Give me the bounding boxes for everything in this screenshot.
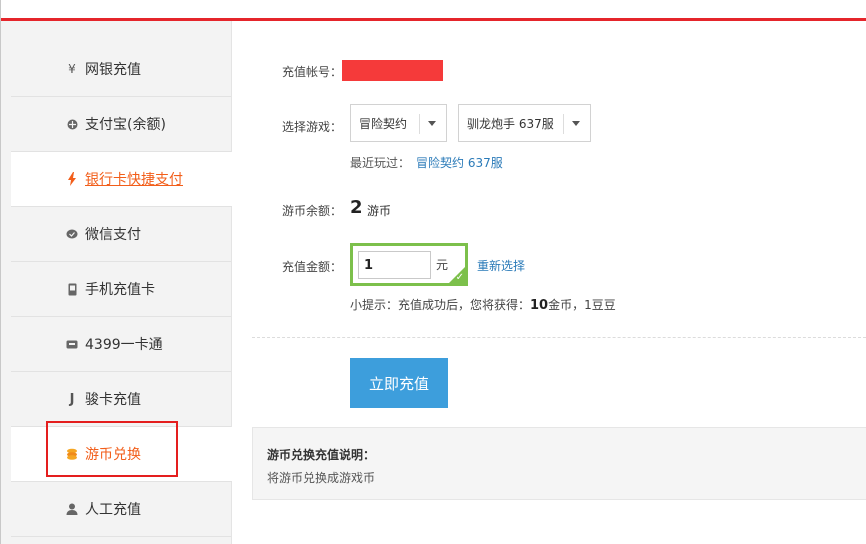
sidebar-item-label: 支付宝(余额): [85, 117, 166, 133]
divider: [252, 337, 866, 338]
sidebar-item-label: 网银充值: [85, 62, 141, 78]
sidebar-item-label: 4399一卡通: [85, 337, 163, 353]
person-icon: [65, 502, 79, 516]
server-select[interactable]: 驯龙炮手 637服: [458, 104, 591, 142]
yen-icon: ¥: [68, 62, 76, 76]
amount-input[interactable]: [358, 251, 431, 279]
sidebar-item-label: 人工充值: [85, 502, 141, 518]
tip-prefix: 小提示：充值成功后，您将获得：: [350, 298, 531, 312]
recent-game-link[interactable]: 冒险契约 637服: [416, 156, 503, 170]
chevron-down-icon: [572, 121, 580, 126]
amount-unit: 元: [436, 258, 449, 272]
tip-suffix: 金币，1豆豆: [548, 298, 616, 312]
alipay-icon: [65, 117, 79, 131]
tip-gold-amount: 10: [530, 298, 549, 313]
amount-option-selected[interactable]: 元 ✓: [350, 243, 468, 286]
highlight-box: [46, 421, 178, 477]
sidebar-item-4399-card[interactable]: 4399一卡通: [11, 317, 231, 372]
main-content: 充值帐号： 选择游戏： 冒险契约 驯龙炮手 637服 最近玩过： 冒险契约 637…: [233, 21, 866, 544]
server-select-value: 驯龙炮手 637服: [467, 116, 554, 131]
sidebar-item-jun-card[interactable]: J 骏卡充值: [11, 372, 231, 427]
sidebar-item-manual[interactable]: 人工充值: [11, 482, 231, 537]
sidebar-item-alipay[interactable]: 支付宝(余额): [11, 97, 231, 152]
top-bar: [1, 0, 866, 21]
balance-unit: 游币: [367, 204, 392, 218]
sidebar-item-wechat[interactable]: 微信支付: [11, 207, 231, 262]
sidebar-item-label: 微信支付: [85, 227, 141, 243]
payment-page: ¥ 网银充值 支付宝(余额) 银行卡快捷支付 微信支付 手机充值卡 4399一卡…: [0, 0, 866, 544]
game-label: 选择游戏：: [282, 120, 343, 134]
chevron-down-icon: [428, 121, 436, 126]
amount-label: 充值金额：: [282, 260, 343, 274]
lightning-icon: [65, 172, 79, 186]
explain-title: 游币兑换充值说明：: [267, 448, 376, 462]
recent-label: 最近玩过：: [350, 156, 411, 170]
check-icon: ✓: [455, 272, 464, 283]
sidebar-item-bank-card-quick[interactable]: 银行卡快捷支付: [11, 152, 232, 207]
account-label: 充值帐号：: [282, 65, 343, 79]
select-divider: [563, 114, 564, 134]
sidebar-item-online-bank[interactable]: ¥ 网银充值: [11, 42, 231, 97]
reselect-link[interactable]: 重新选择: [477, 257, 525, 274]
j-icon: J: [69, 391, 75, 407]
card-icon: [65, 337, 79, 351]
explain-panel: 游币兑换充值说明： 将游币兑换成游戏币: [252, 427, 866, 500]
account-value-redacted: [342, 60, 443, 81]
balance-label: 游币余额：: [282, 204, 343, 218]
game-select[interactable]: 冒险契约: [350, 104, 447, 142]
submit-recharge-button[interactable]: 立即充值: [350, 358, 448, 408]
balance-value: 2: [350, 197, 363, 218]
sidebar-item-label: 手机充值卡: [85, 282, 155, 298]
game-select-value: 冒险契约: [359, 116, 408, 131]
phone-card-icon: [65, 282, 79, 296]
explain-desc: 将游币兑换成游戏币: [267, 471, 376, 485]
sidebar-item-label: 骏卡充值: [85, 392, 141, 408]
sidebar-item-label: 银行卡快捷支付: [85, 172, 183, 188]
wechat-icon: [65, 227, 79, 241]
select-divider: [419, 114, 420, 134]
recent-played: 最近玩过： 冒险契约 637服: [350, 154, 503, 171]
sidebar-item-phone-card[interactable]: 手机充值卡: [11, 262, 231, 317]
recharge-tip: 小提示：充值成功后，您将获得：10金币，1豆豆: [350, 296, 616, 313]
